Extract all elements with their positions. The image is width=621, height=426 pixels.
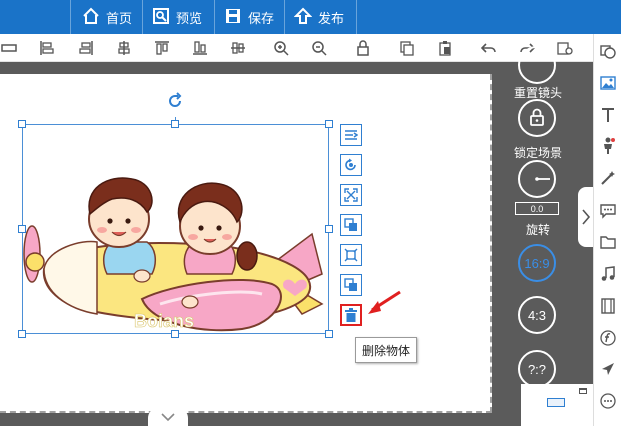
rotate-value-field[interactable]: 0.0 <box>515 202 559 215</box>
resize-handle-n[interactable] <box>171 120 179 128</box>
toolbar <box>0 34 593 62</box>
delete-object-button[interactable] <box>340 304 362 326</box>
save-label: 保存 <box>248 10 275 26</box>
separator <box>284 0 285 34</box>
resize-handle-s[interactable] <box>171 330 179 338</box>
minimap-toggle-icon[interactable] <box>579 388 587 394</box>
object-fullscreen-button[interactable] <box>340 184 362 206</box>
dial-icon <box>535 177 550 181</box>
magic-icon[interactable] <box>599 169 617 187</box>
resize-handle-sw[interactable] <box>18 330 26 338</box>
camera-button[interactable] <box>518 46 556 84</box>
save-icon <box>224 7 242 28</box>
speech-bubble-icon[interactable] <box>599 202 617 220</box>
duplicate-icon <box>344 218 357 231</box>
preview-icon <box>152 7 170 28</box>
character-icon[interactable] <box>599 137 617 155</box>
top-bar: 首页 预览 保存 发布 <box>0 0 621 34</box>
chevron-down-icon <box>161 413 175 422</box>
align-top-icon[interactable] <box>153 39 171 57</box>
home-button[interactable]: 首页 <box>74 0 140 34</box>
object-animation-button[interactable] <box>340 124 362 146</box>
chevron-right-icon <box>581 209 590 225</box>
separator <box>214 0 215 34</box>
editor-app: 首页 预览 保存 发布 重置镜头 锁定场景 0.0 旋转 16:9 4:3 ?:… <box>0 0 621 426</box>
home-icon <box>82 7 100 28</box>
align-left-edge-icon[interactable] <box>38 39 56 57</box>
publish-icon <box>293 7 313 28</box>
music-icon[interactable] <box>599 265 617 283</box>
replace-icon <box>345 158 356 171</box>
cartoon-airplane-image[interactable]: Boians <box>22 124 332 336</box>
expand-icon <box>344 188 358 202</box>
film-icon[interactable] <box>599 297 617 315</box>
publish-button[interactable]: 发布 <box>286 0 352 34</box>
animation-icon <box>345 130 358 140</box>
lock-icon <box>529 108 545 129</box>
minimap[interactable] <box>521 384 593 426</box>
object-fit-button[interactable] <box>340 244 362 266</box>
resize-handle-e[interactable] <box>325 225 333 233</box>
preview-button[interactable]: 预览 <box>144 0 210 34</box>
align-right-edge-icon[interactable] <box>77 39 95 57</box>
delete-tooltip: 删除物体 <box>355 337 417 363</box>
align-center-h-icon[interactable] <box>115 39 133 57</box>
image-watermark-text: Boians <box>134 311 194 331</box>
folder-icon[interactable] <box>599 233 617 251</box>
rotate-handle-icon[interactable] <box>166 92 184 115</box>
layers-icon[interactable] <box>599 42 617 60</box>
camera-controls: 重置镜头 锁定场景 0.0 旋转 16:9 4:3 ?:? <box>505 46 571 426</box>
resource-panel <box>593 34 621 426</box>
trash-icon <box>345 308 357 322</box>
plane-icon[interactable] <box>599 360 617 378</box>
more-icon[interactable] <box>599 392 617 410</box>
timeline-toggle-button[interactable] <box>148 408 188 426</box>
lock-icon[interactable] <box>354 39 372 57</box>
settings-icon[interactable] <box>556 39 574 57</box>
workspace: 重置镜头 锁定场景 0.0 旋转 16:9 4:3 ?:? Boians 删除物… <box>0 46 593 426</box>
fit-icon <box>344 248 358 262</box>
align-bottom-icon[interactable] <box>191 39 209 57</box>
publish-label: 发布 <box>318 10 345 26</box>
zoom-out-icon[interactable] <box>310 39 328 57</box>
resize-handle-w[interactable] <box>18 225 26 233</box>
resize-handle-nw[interactable] <box>18 120 26 128</box>
ratio-4-3-button[interactable]: 4:3 <box>518 296 556 334</box>
ratio-16-9-button[interactable]: 16:9 <box>518 244 556 282</box>
copy-icon[interactable] <box>398 39 416 57</box>
rotate-label: 旋转 <box>525 223 550 237</box>
separator <box>356 0 357 34</box>
formula-icon[interactable] <box>599 329 617 347</box>
lock-scene-button[interactable] <box>518 99 556 137</box>
home-label: 首页 <box>106 10 133 26</box>
preview-label: 预览 <box>176 10 203 26</box>
align-left-icon[interactable] <box>0 39 18 57</box>
text-icon[interactable] <box>599 106 617 124</box>
separator <box>142 0 143 34</box>
paste-icon[interactable] <box>436 39 454 57</box>
layer-order-icon <box>344 278 357 291</box>
collapse-panel-button[interactable] <box>578 187 593 247</box>
object-replace-button[interactable] <box>340 154 362 176</box>
resize-handle-ne[interactable] <box>325 120 333 128</box>
red-arrow-annotation <box>368 290 401 314</box>
resize-handle-se[interactable] <box>325 330 333 338</box>
object-layer-button[interactable] <box>340 274 362 296</box>
ratio-custom-button[interactable]: ?:? <box>518 350 556 388</box>
minimap-thumb <box>547 398 565 407</box>
lock-scene-label: 锁定场景 <box>513 146 562 160</box>
image-icon[interactable] <box>599 74 617 92</box>
separator <box>70 0 71 34</box>
rotate-dial[interactable] <box>518 160 556 198</box>
undo-icon[interactable] <box>480 39 498 57</box>
align-center-v-icon[interactable] <box>229 39 247 57</box>
object-duplicate-button[interactable] <box>340 214 362 236</box>
save-button[interactable]: 保存 <box>216 0 282 34</box>
zoom-in-icon[interactable] <box>272 39 290 57</box>
